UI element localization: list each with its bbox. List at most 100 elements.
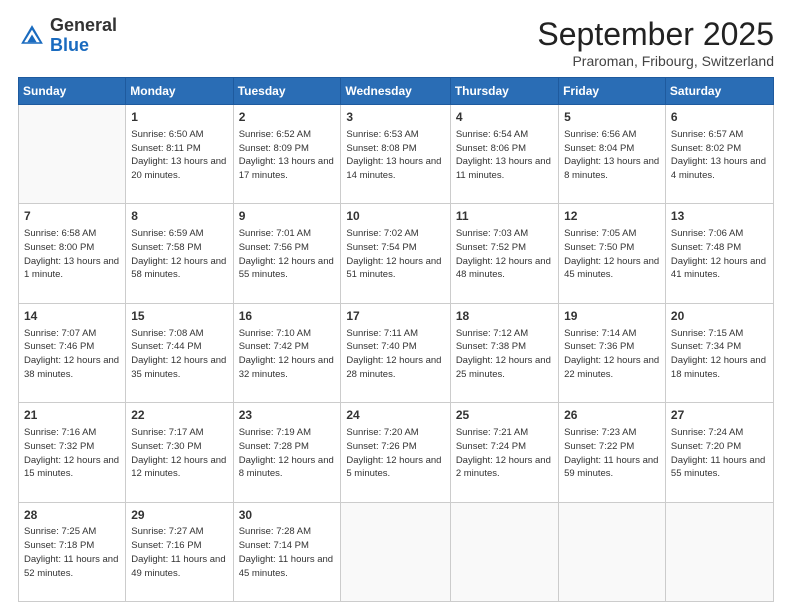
day-number: 28	[24, 507, 120, 524]
calendar-cell: 10 Sunrise: 7:02 AM Sunset: 7:54 PM Dayli…	[341, 204, 450, 303]
day-info: Sunrise: 7:11 AM Sunset: 7:40 PM Dayligh…	[346, 327, 444, 382]
day-info: Sunrise: 7:12 AM Sunset: 7:38 PM Dayligh…	[456, 327, 553, 382]
day-number: 10	[346, 208, 444, 225]
calendar-week-2: 7Sunrise: 6:58 AM Sunset: 8:00 PM Daylig…	[19, 204, 774, 303]
calendar-cell	[450, 502, 558, 601]
location: Praroman, Fribourg, Switzerland	[537, 53, 774, 69]
calendar-cell: 13 Sunrise: 7:06 AM Sunset: 7:48 PM Dayli…	[665, 204, 773, 303]
weekday-header-wednesday: Wednesday	[341, 78, 450, 105]
day-info: Sunrise: 6:57 AM Sunset: 8:02 PM Dayligh…	[671, 128, 768, 183]
calendar-cell: 30Sunrise: 7:28 AM Sunset: 7:14 PM Dayli…	[233, 502, 341, 601]
day-number: 24	[346, 407, 444, 424]
weekday-header-friday: Friday	[559, 78, 666, 105]
month-title: September 2025	[537, 16, 774, 53]
calendar-cell: 3 Sunrise: 6:53 AM Sunset: 8:08 PM Daylig…	[341, 105, 450, 204]
day-info: Sunrise: 7:14 AM Sunset: 7:36 PM Dayligh…	[564, 327, 660, 382]
calendar-cell: 25 Sunrise: 7:21 AM Sunset: 7:24 PM Dayli…	[450, 403, 558, 502]
calendar-cell: 28Sunrise: 7:25 AM Sunset: 7:18 PM Dayli…	[19, 502, 126, 601]
day-info: Sunrise: 7:27 AM Sunset: 7:16 PM Dayligh…	[131, 525, 227, 580]
calendar-body: 1Sunrise: 6:50 AM Sunset: 8:11 PM Daylig…	[19, 105, 774, 602]
logo-general-text: General	[50, 15, 117, 35]
day-info: Sunrise: 7:03 AM Sunset: 7:52 PM Dayligh…	[456, 227, 553, 282]
logo-text: General Blue	[50, 16, 117, 56]
day-info: Sunrise: 7:28 AM Sunset: 7:14 PM Dayligh…	[239, 525, 336, 580]
calendar-cell: 8Sunrise: 6:59 AM Sunset: 7:58 PM Daylig…	[126, 204, 233, 303]
day-info: Sunrise: 7:16 AM Sunset: 7:32 PM Dayligh…	[24, 426, 120, 481]
day-info: Sunrise: 6:56 AM Sunset: 8:04 PM Dayligh…	[564, 128, 660, 183]
day-number: 30	[239, 507, 336, 524]
day-info: Sunrise: 7:15 AM Sunset: 7:34 PM Dayligh…	[671, 327, 768, 382]
day-number: 11	[456, 208, 553, 225]
day-info: Sunrise: 6:53 AM Sunset: 8:08 PM Dayligh…	[346, 128, 444, 183]
calendar-cell	[559, 502, 666, 601]
logo-icon	[18, 22, 46, 50]
page: General Blue September 2025 Praroman, Fr…	[0, 0, 792, 612]
day-number: 3	[346, 109, 444, 126]
day-info: Sunrise: 6:52 AM Sunset: 8:09 PM Dayligh…	[239, 128, 336, 183]
day-number: 6	[671, 109, 768, 126]
calendar-cell: 23Sunrise: 7:19 AM Sunset: 7:28 PM Dayli…	[233, 403, 341, 502]
day-number: 1	[131, 109, 227, 126]
calendar-table: SundayMondayTuesdayWednesdayThursdayFrid…	[18, 77, 774, 602]
day-info: Sunrise: 7:24 AM Sunset: 7:20 PM Dayligh…	[671, 426, 768, 481]
day-info: Sunrise: 7:02 AM Sunset: 7:54 PM Dayligh…	[346, 227, 444, 282]
day-info: Sunrise: 7:08 AM Sunset: 7:44 PM Dayligh…	[131, 327, 227, 382]
day-number: 14	[24, 308, 120, 325]
calendar-cell	[341, 502, 450, 601]
day-number: 19	[564, 308, 660, 325]
title-block: September 2025 Praroman, Fribourg, Switz…	[537, 16, 774, 69]
calendar-header: SundayMondayTuesdayWednesdayThursdayFrid…	[19, 78, 774, 105]
day-info: Sunrise: 6:54 AM Sunset: 8:06 PM Dayligh…	[456, 128, 553, 183]
calendar-week-3: 14 Sunrise: 7:07 AM Sunset: 7:46 PM Dayli…	[19, 303, 774, 402]
weekday-header-sunday: Sunday	[19, 78, 126, 105]
day-number: 22	[131, 407, 227, 424]
calendar-cell: 11 Sunrise: 7:03 AM Sunset: 7:52 PM Dayli…	[450, 204, 558, 303]
day-number: 13	[671, 208, 768, 225]
day-number: 12	[564, 208, 660, 225]
day-info: Sunrise: 7:10 AM Sunset: 7:42 PM Dayligh…	[239, 327, 336, 382]
day-number: 4	[456, 109, 553, 126]
day-number: 17	[346, 308, 444, 325]
calendar-cell: 24 Sunrise: 7:20 AM Sunset: 7:26 PM Dayli…	[341, 403, 450, 502]
calendar-cell: 18Sunrise: 7:12 AM Sunset: 7:38 PM Dayli…	[450, 303, 558, 402]
calendar-cell: 20Sunrise: 7:15 AM Sunset: 7:34 PM Dayli…	[665, 303, 773, 402]
day-info: Sunrise: 7:21 AM Sunset: 7:24 PM Dayligh…	[456, 426, 553, 481]
day-number: 26	[564, 407, 660, 424]
calendar-cell: 1Sunrise: 6:50 AM Sunset: 8:11 PM Daylig…	[126, 105, 233, 204]
calendar-cell: 29Sunrise: 7:27 AM Sunset: 7:16 PM Dayli…	[126, 502, 233, 601]
day-info: Sunrise: 7:06 AM Sunset: 7:48 PM Dayligh…	[671, 227, 768, 282]
logo: General Blue	[18, 16, 117, 56]
day-info: Sunrise: 7:17 AM Sunset: 7:30 PM Dayligh…	[131, 426, 227, 481]
weekday-header-row: SundayMondayTuesdayWednesdayThursdayFrid…	[19, 78, 774, 105]
day-number: 25	[456, 407, 553, 424]
day-info: Sunrise: 6:58 AM Sunset: 8:00 PM Dayligh…	[24, 227, 120, 282]
calendar-cell: 4 Sunrise: 6:54 AM Sunset: 8:06 PM Daylig…	[450, 105, 558, 204]
calendar-cell: 15 Sunrise: 7:08 AM Sunset: 7:44 PM Dayli…	[126, 303, 233, 402]
calendar-cell: 7Sunrise: 6:58 AM Sunset: 8:00 PM Daylig…	[19, 204, 126, 303]
calendar-week-4: 21Sunrise: 7:16 AM Sunset: 7:32 PM Dayli…	[19, 403, 774, 502]
day-info: Sunrise: 7:23 AM Sunset: 7:22 PM Dayligh…	[564, 426, 660, 481]
calendar-cell: 27 Sunrise: 7:24 AM Sunset: 7:20 PM Dayli…	[665, 403, 773, 502]
day-number: 2	[239, 109, 336, 126]
header: General Blue September 2025 Praroman, Fr…	[18, 16, 774, 69]
weekday-header-monday: Monday	[126, 78, 233, 105]
day-info: Sunrise: 7:19 AM Sunset: 7:28 PM Dayligh…	[239, 426, 336, 481]
day-number: 8	[131, 208, 227, 225]
day-number: 15	[131, 308, 227, 325]
day-number: 16	[239, 308, 336, 325]
calendar-cell: 22 Sunrise: 7:17 AM Sunset: 7:30 PM Dayli…	[126, 403, 233, 502]
calendar-cell	[19, 105, 126, 204]
weekday-header-tuesday: Tuesday	[233, 78, 341, 105]
weekday-header-thursday: Thursday	[450, 78, 558, 105]
day-info: Sunrise: 7:07 AM Sunset: 7:46 PM Dayligh…	[24, 327, 120, 382]
calendar-cell	[665, 502, 773, 601]
day-number: 27	[671, 407, 768, 424]
weekday-header-saturday: Saturday	[665, 78, 773, 105]
calendar-week-1: 1Sunrise: 6:50 AM Sunset: 8:11 PM Daylig…	[19, 105, 774, 204]
day-number: 5	[564, 109, 660, 126]
day-info: Sunrise: 7:20 AM Sunset: 7:26 PM Dayligh…	[346, 426, 444, 481]
calendar-cell: 26 Sunrise: 7:23 AM Sunset: 7:22 PM Dayli…	[559, 403, 666, 502]
calendar-cell: 16 Sunrise: 7:10 AM Sunset: 7:42 PM Dayli…	[233, 303, 341, 402]
day-info: Sunrise: 7:25 AM Sunset: 7:18 PM Dayligh…	[24, 525, 120, 580]
calendar-cell: 12Sunrise: 7:05 AM Sunset: 7:50 PM Dayli…	[559, 204, 666, 303]
